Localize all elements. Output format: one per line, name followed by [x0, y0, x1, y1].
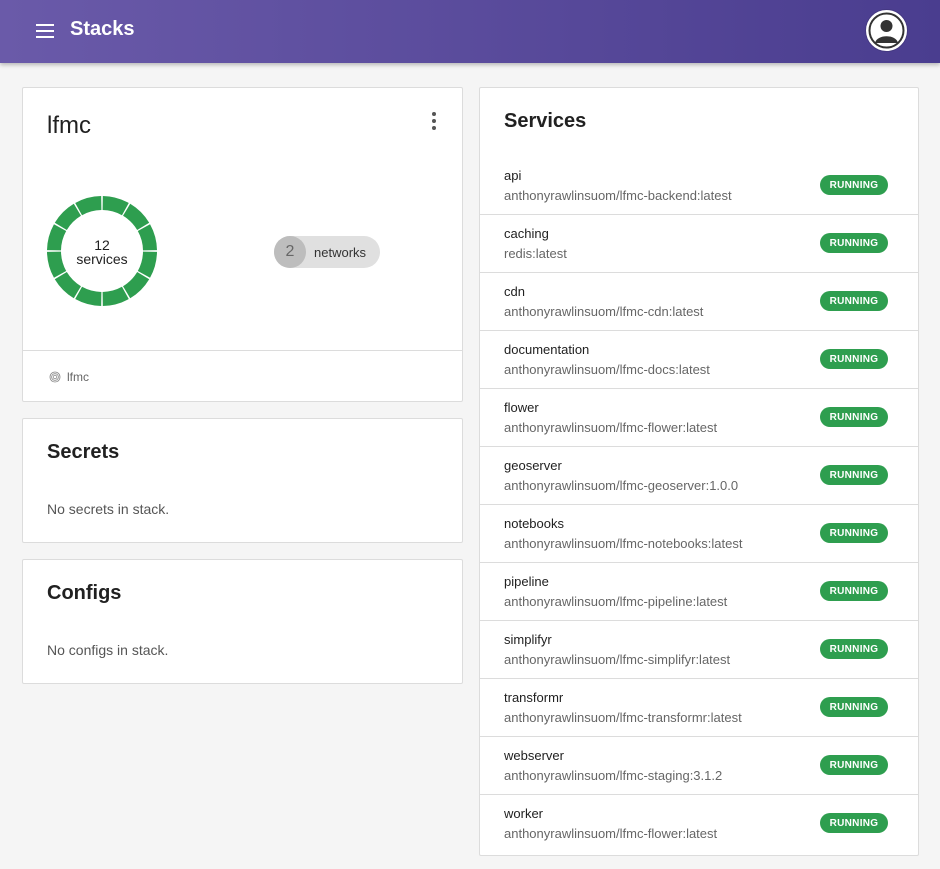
- service-row-caching[interactable]: caching redis:latest RUNNING: [480, 215, 918, 273]
- status-badge: RUNNING: [820, 291, 888, 311]
- networks-count: 2: [274, 236, 306, 268]
- configs-card: Configs No configs in stack.: [22, 559, 463, 684]
- configs-empty-text: No configs in stack.: [47, 642, 169, 658]
- service-name[interactable]: notebooks: [504, 516, 564, 531]
- donut-segment: [54, 272, 81, 299]
- service-image: anthonyrawlinsuom/lfmc-transformr:latest: [504, 710, 742, 725]
- services-card: Services api anthonyrawlinsuom/lfmc-backe…: [479, 87, 919, 856]
- donut-segment: [123, 203, 150, 230]
- donut-segment: [54, 203, 81, 230]
- service-row-simplifyr[interactable]: simplifyr anthonyrawlinsuom/lfmc-simplify…: [480, 621, 918, 679]
- status-badge: RUNNING: [820, 407, 888, 427]
- service-row-flower[interactable]: flower anthonyrawlinsuom/lfmc-flower:late…: [480, 389, 918, 447]
- service-name[interactable]: simplifyr: [504, 632, 552, 647]
- service-name[interactable]: flower: [504, 400, 539, 415]
- service-row-transformr[interactable]: transformr anthonyrawlinsuom/lfmc-transfo…: [480, 679, 918, 737]
- status-badge: RUNNING: [820, 233, 888, 253]
- service-row-worker[interactable]: worker anthonyrawlinsuom/lfmc-flower:late…: [480, 795, 918, 853]
- service-image: redis:latest: [504, 246, 567, 261]
- service-row-api[interactable]: api anthonyrawlinsuom/lfmc-backend:latest…: [480, 157, 918, 215]
- service-row-pipeline[interactable]: pipeline anthonyrawlinsuom/lfmc-pipeline:…: [480, 563, 918, 621]
- service-name[interactable]: pipeline: [504, 574, 549, 589]
- service-name[interactable]: api: [504, 168, 521, 183]
- page-title: Stacks: [70, 18, 135, 40]
- service-image: anthonyrawlinsuom/lfmc-flower:latest: [504, 420, 718, 435]
- donut-segment: [123, 272, 150, 299]
- service-image: anthonyrawlinsuom/lfmc-staging:3.1.2: [504, 768, 723, 783]
- service-image: anthonyrawlinsuom/lfmc-cdn:latest: [504, 304, 704, 319]
- status-badge: RUNNING: [820, 639, 888, 659]
- service-name[interactable]: transformr: [504, 690, 563, 705]
- service-image: anthonyrawlinsuom/lfmc-flower:latest: [504, 826, 718, 841]
- donut-segment: [102, 196, 129, 216]
- status-badge: RUNNING: [820, 581, 888, 601]
- stack-footer: lfmc: [49, 370, 89, 384]
- service-name[interactable]: geoserver: [504, 458, 562, 473]
- status-badge: RUNNING: [820, 175, 888, 195]
- status-badge: RUNNING: [820, 813, 888, 833]
- service-name[interactable]: documentation: [504, 342, 589, 357]
- donut-segment: [75, 286, 102, 306]
- stack-name: lfmc: [47, 112, 91, 139]
- status-badge: RUNNING: [820, 523, 888, 543]
- service-name[interactable]: caching: [504, 226, 549, 241]
- configs-title: Configs: [47, 582, 122, 604]
- fingerprint-icon: [49, 371, 61, 383]
- more-vert-icon[interactable]: [429, 110, 439, 132]
- services-count: 12: [94, 237, 110, 253]
- app-bar: Stacks: [0, 0, 940, 63]
- service-row-notebooks[interactable]: notebooks anthonyrawlinsuom/lfmc-notebook…: [480, 505, 918, 563]
- service-row-webserver[interactable]: webserver anthonyrawlinsuom/lfmc-staging:…: [480, 737, 918, 795]
- service-list: api anthonyrawlinsuom/lfmc-backend:latest…: [480, 157, 918, 853]
- secrets-card: Secrets No secrets in stack.: [22, 418, 463, 543]
- secrets-empty-text: No secrets in stack.: [47, 501, 170, 517]
- stack-overview-card: lfmc 12 services 2 networks lfmc: [22, 87, 463, 402]
- service-row-documentation[interactable]: documentation anthonyrawlinsuom/lfmc-docs…: [480, 331, 918, 389]
- user-avatar-icon[interactable]: [866, 10, 907, 51]
- service-image: anthonyrawlinsuom/lfmc-notebooks:latest: [504, 536, 743, 551]
- stack-footer-label: lfmc: [67, 370, 89, 384]
- networks-label: networks: [314, 244, 367, 260]
- service-image: anthonyrawlinsuom/lfmc-pipeline:latest: [504, 594, 728, 609]
- status-badge: RUNNING: [820, 697, 888, 717]
- services-title: Services: [504, 110, 587, 132]
- services-label: services: [76, 251, 128, 267]
- service-row-cdn[interactable]: cdn anthonyrawlinsuom/lfmc-cdn:latest RUNN…: [480, 273, 918, 331]
- service-image: anthonyrawlinsuom/lfmc-backend:latest: [504, 188, 732, 203]
- networks-chip[interactable]: 2 networks: [274, 236, 380, 268]
- services-count-label: 12 services: [46, 238, 158, 266]
- service-image: anthonyrawlinsuom/lfmc-geoserver:1.0.0: [504, 478, 739, 493]
- service-name[interactable]: webserver: [504, 748, 564, 763]
- secrets-title: Secrets: [47, 441, 120, 463]
- hamburger-menu-icon[interactable]: [36, 22, 56, 40]
- service-name[interactable]: cdn: [504, 284, 525, 299]
- status-badge: RUNNING: [820, 349, 888, 369]
- card-divider: [23, 350, 462, 351]
- service-image: anthonyrawlinsuom/lfmc-docs:latest: [504, 362, 710, 377]
- donut-segment: [102, 286, 129, 306]
- status-badge: RUNNING: [820, 465, 888, 485]
- service-row-geoserver[interactable]: geoserver anthonyrawlinsuom/lfmc-geoserve…: [480, 447, 918, 505]
- status-badge: RUNNING: [820, 755, 888, 775]
- service-image: anthonyrawlinsuom/lfmc-simplifyr:latest: [504, 652, 731, 667]
- service-name[interactable]: worker: [504, 806, 543, 821]
- donut-segment: [75, 196, 102, 216]
